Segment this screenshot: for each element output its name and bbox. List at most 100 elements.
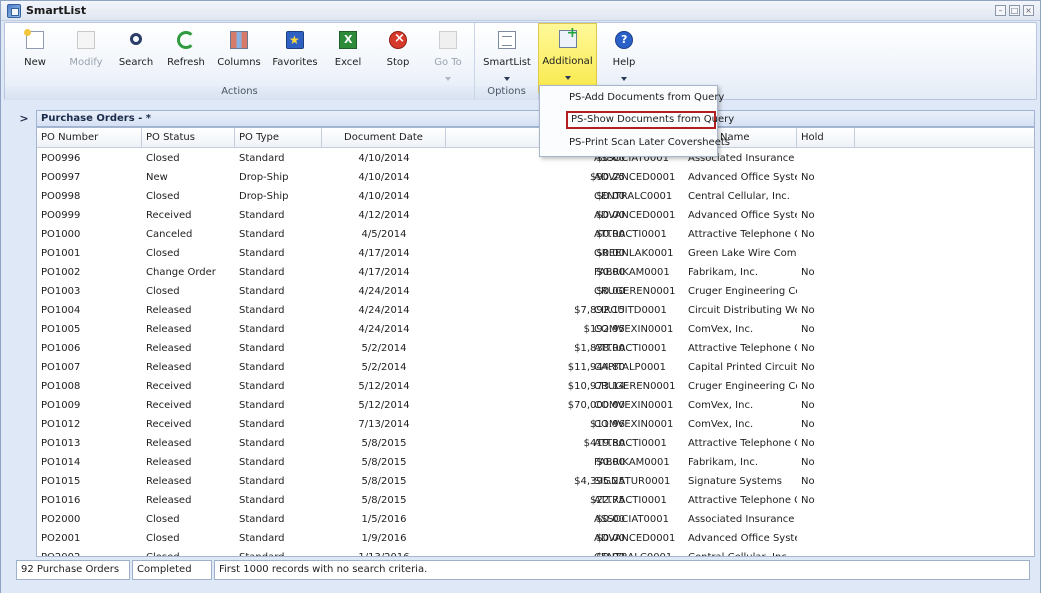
table-row[interactable]: PO1012 Received Standard 7/13/2014 $11.96 COM… (37, 415, 1034, 434)
cell-hold (797, 149, 855, 168)
table-row[interactable]: PO0998 Closed Drop-Ship 4/10/2014 $0.00 CENTR… (37, 187, 1034, 206)
menu-item-show-documents[interactable]: PS-Show Documents from Query (566, 111, 734, 129)
cell-po-status: Released (146, 343, 192, 354)
cell-po-status: Received (146, 210, 192, 221)
cell-vendor-id: ATTRACTI0001 (594, 495, 667, 506)
cell-vendor-name: Attractive Telephone Co. (688, 343, 797, 354)
cell-po-type: Standard (239, 362, 285, 373)
cell-vendor-name: Green Lake Wire Compar (688, 248, 797, 259)
goto-button[interactable]: Go To (425, 25, 471, 85)
cell-hold: No (801, 267, 815, 278)
modify-button[interactable]: Modify (63, 25, 109, 85)
cell-hold: No (801, 210, 815, 221)
cell-po-number: PO1002 (41, 267, 81, 278)
goto-icon (439, 31, 457, 49)
cell-po-number: PO2001 (41, 533, 81, 544)
cell-hold: No (801, 362, 815, 373)
table-row[interactable]: PO1002 Change Order Standard 4/17/2014 $0.00… (37, 263, 1034, 282)
favorites-label: Favorites (272, 57, 318, 68)
table-row[interactable]: PO1005 Released Standard 4/24/2014 $192.95 CO… (37, 320, 1034, 339)
additional-button[interactable]: Additional (538, 23, 597, 93)
favorites-button[interactable]: Favorites (269, 25, 321, 85)
cell-document-date: 5/8/2015 (361, 495, 407, 506)
cell-po-status: Received (146, 400, 192, 411)
table-row[interactable]: PO1013 Released Standard 5/8/2015 $419.80 ATT… (37, 434, 1034, 453)
cell-document-date: 4/17/2014 (358, 267, 410, 278)
close-icon[interactable]: × (1023, 5, 1034, 16)
cell-po-type: Standard (239, 438, 285, 449)
additional-dropdown-arrow-icon (564, 76, 571, 80)
cell-vendor-id: ATTRACTI0001 (594, 438, 667, 449)
cell-po-status: Closed (146, 153, 180, 164)
maximize-icon[interactable]: □ (1009, 5, 1020, 16)
table-row[interactable]: PO0996 Closed Standard 4/10/2014 $0.00 ASSOCI… (37, 149, 1034, 168)
table-row[interactable]: PO1009 Received Standard 5/12/2014 $70,000.0… (37, 396, 1034, 415)
columns-button[interactable]: Columns (214, 25, 264, 85)
additional-icon (558, 25, 578, 48)
refresh-label: Refresh (167, 57, 205, 68)
cell-po-status: Closed (146, 514, 180, 525)
cell-po-type: Standard (239, 229, 285, 240)
cell-po-type: Standard (239, 476, 285, 487)
cell-po-number: PO2000 (41, 514, 81, 525)
cell-document-date: 4/10/2014 (358, 172, 410, 183)
refresh-button[interactable]: Refresh (163, 25, 209, 85)
status-bar: 92 Purchase Orders Completed First 1000 … (1, 557, 1040, 593)
help-button[interactable]: Help (601, 25, 647, 85)
stop-button[interactable]: Stop (376, 25, 420, 85)
cell-po-number: PO1001 (41, 248, 81, 259)
minimize-icon[interactable]: – (995, 5, 1006, 16)
cell-po-number: PO0999 (41, 210, 81, 221)
cell-hold: No (801, 324, 815, 335)
actions-group: New Modify Search Refresh Columns Favori… (5, 23, 475, 100)
column-header-po-number[interactable]: PO Number (37, 128, 142, 148)
table-row[interactable]: PO2000 Closed Standard 1/5/2016 $0.00 ASSOCIA… (37, 510, 1034, 529)
table-row[interactable]: PO1003 Closed Standard 4/24/2014 $0.00 CRUGER… (37, 282, 1034, 301)
cell-vendor-id: FABRIKAM0001 (594, 267, 670, 278)
goto-dropdown-arrow-icon (445, 77, 451, 81)
menu-item-print-coversheets[interactable]: PS-Print Scan Later Coversheets (566, 134, 730, 152)
table-row[interactable]: PO1004 Released Standard 4/24/2014 $7,892.15… (37, 301, 1034, 320)
cell-po-type: Standard (239, 343, 285, 354)
additional-dropdown-menu: PS-Add Documents from Query PS-Show Docu… (539, 85, 734, 157)
column-header-hold[interactable]: Hold (797, 128, 855, 148)
cell-vendor-name: Cruger Engineering Com (688, 286, 797, 297)
expand-toggle[interactable]: > (14, 111, 34, 127)
cell-hold (797, 548, 855, 556)
table-row[interactable]: PO2001 Closed Standard 1/9/2016 $0.00 ADVANCE… (37, 529, 1034, 548)
cell-po-type: Standard (239, 153, 285, 164)
column-header-po-type[interactable]: PO Type (235, 128, 322, 148)
cell-po-type: Standard (239, 286, 285, 297)
cell-vendor-name: Fabrikam, Inc. (688, 457, 759, 468)
new-button[interactable]: New (15, 25, 55, 85)
cell-po-number: PO1015 (41, 476, 81, 487)
cell-po-number: PO1013 (41, 438, 81, 449)
table-row[interactable]: PO0997 New Drop-Ship 4/10/2014 $90.25 ADVANCE… (37, 168, 1034, 187)
search-button[interactable]: Search (113, 25, 159, 85)
smartlist-button[interactable]: SmartList (481, 25, 533, 85)
cell-hold: No (801, 229, 815, 240)
cell-po-status: Closed (146, 286, 180, 297)
cell-po-number: PO1003 (41, 286, 81, 297)
table-row[interactable]: PO1007 Released Standard 5/2/2014 $11,944.80… (37, 358, 1034, 377)
refresh-icon (177, 31, 195, 49)
cell-po-status: Released (146, 305, 192, 316)
table-row[interactable]: PO1001 Closed Standard 4/17/2014 $0.00 GREENL… (37, 244, 1034, 263)
cell-vendor-id: FABRIKAM0001 (594, 457, 670, 468)
cell-po-status: Change Order (146, 267, 216, 278)
cell-vendor-id: COMVEXIN0001 (594, 324, 674, 335)
excel-button[interactable]: Excel (326, 25, 370, 85)
table-row[interactable]: PO1014 Released Standard 5/8/2015 $0.00 FABRI… (37, 453, 1034, 472)
table-row[interactable]: PO2002ClosedStandard1/13/2016$0.00CENTRA… (37, 548, 1034, 556)
table-row[interactable]: PO1016 Released Standard 5/8/2015 $22.75 ATTR… (37, 491, 1034, 510)
table-row[interactable]: PO1008 Received Standard 5/12/2014 $10,973.1… (37, 377, 1034, 396)
menu-item-add-documents[interactable]: PS-Add Documents from Query (566, 89, 724, 107)
column-header-po-status[interactable]: PO Status (142, 128, 235, 148)
cell-po-number: PO1014 (41, 457, 81, 468)
table-row[interactable]: PO1015 Released Standard 5/8/2015 $4,395.25 S… (37, 472, 1034, 491)
table-row[interactable]: PO0999 Received Standard 4/12/2014 $0.00 ADVA… (37, 206, 1034, 225)
column-header-document-date[interactable]: Document Date (322, 128, 446, 148)
table-row[interactable]: PO1000 Canceled Standard 4/5/2014 $0.00 ATTRA… (37, 225, 1034, 244)
table-row[interactable]: PO1006 Released Standard 5/2/2014 $1,838.00 A… (37, 339, 1034, 358)
cell-po-number: PO0998 (41, 191, 81, 202)
